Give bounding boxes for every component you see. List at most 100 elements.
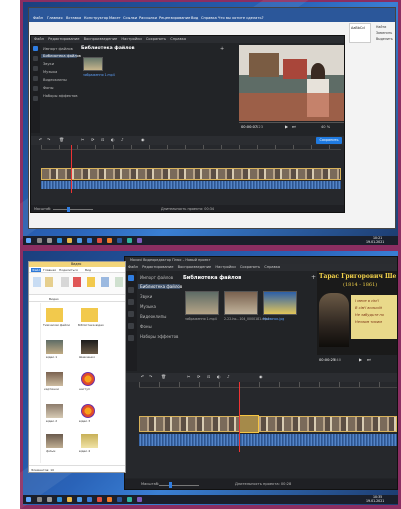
category-sounds[interactable]: Звуки xyxy=(140,294,152,299)
scale-slider[interactable] xyxy=(53,209,93,210)
replace-link[interactable]: Заменить xyxy=(376,31,392,35)
timeline[interactable] xyxy=(125,382,397,478)
video-track-clips[interactable] xyxy=(139,416,397,432)
stickers-icon[interactable] xyxy=(33,86,38,91)
import-icon[interactable] xyxy=(33,46,38,51)
firefox-icon[interactable] xyxy=(81,404,95,418)
redo-icon[interactable]: ↷ xyxy=(47,137,50,142)
menu-item[interactable]: Редактирование xyxy=(48,37,79,41)
redo-icon[interactable]: ↷ xyxy=(149,374,152,379)
category-videoclips[interactable]: Видеоклипы xyxy=(140,314,166,319)
audio-icon[interactable]: ♪ xyxy=(227,374,230,379)
menu-item[interactable]: Сохранить xyxy=(146,37,166,41)
record-icon[interactable]: ◉ xyxy=(141,137,145,142)
word-icon[interactable] xyxy=(117,497,122,502)
crop-icon[interactable]: ⊡ xyxy=(101,137,104,142)
skip-forward-icon[interactable]: ⏭ xyxy=(367,357,371,362)
firefox-icon[interactable] xyxy=(107,497,112,502)
ribbon-tab[interactable]: Рецензирование xyxy=(157,15,192,21)
delete-icon[interactable]: 🗑 xyxy=(161,374,166,379)
explorer-icon[interactable] xyxy=(67,497,72,502)
firefox-icon[interactable] xyxy=(107,238,112,243)
start-icon[interactable] xyxy=(26,238,31,243)
explorer-icon[interactable] xyxy=(67,238,72,243)
media-thumbnail[interactable] xyxy=(83,57,103,71)
task-view-icon[interactable] xyxy=(47,497,52,502)
search-icon[interactable] xyxy=(37,238,42,243)
menu-item[interactable]: Настройки xyxy=(215,265,235,269)
chrome-icon[interactable] xyxy=(97,497,102,502)
audio-track[interactable] xyxy=(41,181,341,189)
movavi-icon[interactable] xyxy=(127,238,132,243)
menu-item[interactable]: Воспроизведение xyxy=(178,265,212,269)
file-item[interactable] xyxy=(46,404,63,418)
edge-icon[interactable] xyxy=(57,238,62,243)
edge-icon[interactable] xyxy=(57,497,62,502)
ribbon-tab[interactable]: Что вы хотите сделать? xyxy=(216,15,266,21)
category-videoclips[interactable]: Видеоклипы xyxy=(43,78,67,82)
scale-slider-handle[interactable] xyxy=(67,207,70,212)
paste-icon[interactable] xyxy=(45,277,53,287)
category-effects[interactable]: Наборы эффектов xyxy=(43,94,78,98)
mail-icon[interactable] xyxy=(87,497,92,502)
video-track-clips[interactable] xyxy=(41,168,341,180)
media-thumbnail[interactable] xyxy=(263,291,297,315)
play-icon[interactable]: ▶ xyxy=(359,357,362,362)
file-item[interactable] xyxy=(46,434,63,448)
select-link[interactable]: Выделить xyxy=(376,37,393,41)
zoom-level[interactable]: 40 % xyxy=(321,125,330,129)
category-library[interactable]: Библиотека файлов xyxy=(41,54,81,58)
styles-gallery[interactable]: AaBbCcI xyxy=(349,23,371,43)
cut-icon[interactable]: ✂ xyxy=(187,374,190,379)
add-icon[interactable]: + xyxy=(220,46,224,52)
menu-item[interactable]: Воспроизведение xyxy=(84,37,118,41)
chrome-icon[interactable] xyxy=(97,238,102,243)
search-icon[interactable] xyxy=(37,497,42,502)
category-library[interactable]: Библиотека файлов xyxy=(138,284,182,289)
explorer-tab[interactable]: Файл xyxy=(31,268,42,272)
movavi-icon[interactable] xyxy=(127,497,132,502)
selected-clip[interactable] xyxy=(239,415,259,433)
category-backgrounds[interactable]: Фоны xyxy=(140,324,152,329)
file-item[interactable] xyxy=(46,340,63,354)
address-bar[interactable]: Видео xyxy=(29,296,125,302)
transitions-icon[interactable] xyxy=(128,299,134,305)
undo-icon[interactable]: ↶ xyxy=(141,374,144,379)
media-thumbnail[interactable] xyxy=(224,291,258,315)
menu-item[interactable]: Справка xyxy=(170,37,186,41)
playhead[interactable] xyxy=(239,382,240,452)
menu-item[interactable]: Справка xyxy=(264,265,280,269)
file-item[interactable] xyxy=(46,372,63,386)
ribbon-tab[interactable]: Вставка xyxy=(64,15,83,21)
category-music[interactable]: Музыка xyxy=(43,70,57,74)
category-import[interactable]: Импорт файлов xyxy=(140,275,173,280)
more-tools-icon[interactable] xyxy=(33,96,38,101)
ribbon-tab[interactable]: Рассылки xyxy=(137,15,159,21)
titles-icon[interactable] xyxy=(33,76,38,81)
delete-icon[interactable] xyxy=(73,277,81,287)
file-item[interactable] xyxy=(81,308,98,322)
mail-icon[interactable] xyxy=(87,238,92,243)
timeline[interactable] xyxy=(31,145,344,205)
firefox-icon[interactable] xyxy=(81,372,95,386)
explorer-tab[interactable]: Вид xyxy=(85,268,91,272)
explorer-tab[interactable]: Главная xyxy=(43,268,56,272)
menu-item[interactable]: Сохранить xyxy=(240,265,260,269)
rotate-icon[interactable]: ⟳ xyxy=(91,137,94,142)
scale-slider-handle[interactable] xyxy=(169,482,172,488)
movavi-window-bottom[interactable]: Movavi Видеоредактор Плюс – Новый проект… xyxy=(124,256,398,490)
titles-icon[interactable] xyxy=(128,311,134,317)
record-icon[interactable]: ◉ xyxy=(259,374,263,379)
ribbon-tab[interactable]: Файл xyxy=(31,15,45,21)
movavi-window-top[interactable]: Файл Редактирование Воспроизведение Наст… xyxy=(30,35,345,213)
crop-icon[interactable]: ⊡ xyxy=(207,374,210,379)
copy-icon[interactable] xyxy=(33,277,41,287)
new-folder-icon[interactable] xyxy=(87,277,95,287)
move-icon[interactable] xyxy=(61,277,69,287)
audio-icon[interactable]: ♪ xyxy=(121,137,124,142)
add-icon[interactable]: + xyxy=(311,274,316,281)
color-icon[interactable]: ◐ xyxy=(217,374,221,379)
category-backgrounds[interactable]: Фоны xyxy=(43,86,53,90)
category-music[interactable]: Музыка xyxy=(140,304,156,309)
more-tools-icon[interactable] xyxy=(128,335,134,341)
